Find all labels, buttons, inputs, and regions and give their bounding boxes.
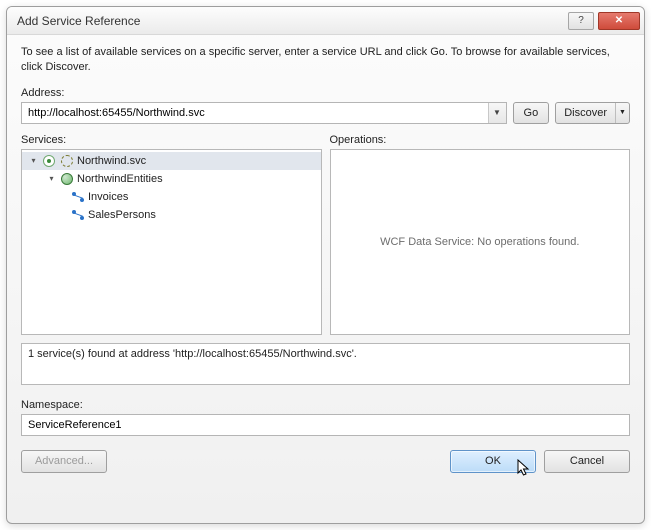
tree-node-leaf[interactable]: Invoices	[22, 188, 321, 206]
tree-node-leaf[interactable]: SalesPersons	[22, 206, 321, 224]
help-button[interactable]: ?	[568, 12, 594, 30]
operation-icon	[71, 208, 85, 222]
dialog-content: To see a list of available services on a…	[7, 35, 644, 523]
help-icon: ?	[578, 15, 584, 26]
cursor-icon	[517, 459, 531, 479]
titlebar: Add Service Reference ? ✕	[7, 7, 644, 35]
globe-icon	[60, 172, 74, 186]
tree-node-label: NorthwindEntities	[77, 173, 163, 185]
tree-node-entities[interactable]: ▾ NorthwindEntities	[22, 170, 321, 188]
address-dropdown[interactable]: ▼	[488, 103, 506, 123]
expander-icon[interactable]: ▾	[46, 173, 57, 184]
address-input[interactable]	[22, 103, 488, 123]
operations-empty-text: WCF Data Service: No operations found.	[380, 236, 579, 248]
panes: Services: ▾ Northwind.svc ▾ NorthwindE	[21, 134, 630, 335]
cancel-button[interactable]: Cancel	[544, 450, 630, 473]
close-button[interactable]: ✕	[598, 12, 640, 30]
gear-icon	[60, 154, 74, 168]
address-label: Address:	[21, 87, 630, 99]
service-icon	[42, 154, 56, 168]
expander-icon[interactable]: ▾	[28, 155, 39, 166]
status-box: 1 service(s) found at address 'http://lo…	[21, 343, 630, 385]
namespace-input[interactable]	[21, 414, 630, 436]
advanced-button[interactable]: Advanced...	[21, 450, 107, 473]
footer: Advanced... OK Cancel	[21, 450, 630, 473]
chevron-down-icon: ▼	[619, 109, 626, 116]
window-title: Add Service Reference	[17, 14, 568, 28]
discover-dropdown[interactable]: ▼	[615, 103, 629, 123]
tree-node-root[interactable]: ▾ Northwind.svc	[22, 152, 321, 170]
tree-node-label: Invoices	[88, 191, 128, 203]
services-label: Services:	[21, 134, 322, 146]
ok-label: OK	[485, 455, 501, 467]
tree-inner: ▾ Northwind.svc ▾ NorthwindEntities	[22, 150, 321, 226]
instructions-text: To see a list of available services on a…	[21, 45, 630, 75]
tree-node-label: Northwind.svc	[77, 155, 146, 167]
address-row: ▼ Go Discover ▼	[21, 102, 630, 124]
namespace-label: Namespace:	[21, 399, 630, 411]
discover-label: Discover	[556, 103, 615, 123]
operations-pane: Operations: WCF Data Service: No operati…	[330, 134, 631, 335]
operation-icon	[71, 190, 85, 204]
dialog-window: Add Service Reference ? ✕ To see a list …	[6, 6, 645, 524]
services-pane: Services: ▾ Northwind.svc ▾ NorthwindE	[21, 134, 322, 335]
tree-node-label: SalesPersons	[88, 209, 156, 221]
discover-button[interactable]: Discover ▼	[555, 102, 630, 124]
close-icon: ✕	[615, 15, 623, 26]
operations-list[interactable]: WCF Data Service: No operations found.	[330, 149, 631, 335]
chevron-down-icon: ▼	[493, 108, 501, 117]
go-button[interactable]: Go	[513, 102, 550, 124]
address-combo[interactable]: ▼	[21, 102, 507, 124]
operations-label: Operations:	[330, 134, 631, 146]
services-tree[interactable]: ▾ Northwind.svc ▾ NorthwindEntities	[21, 149, 322, 335]
status-text: 1 service(s) found at address 'http://lo…	[28, 348, 357, 360]
window-buttons: ? ✕	[568, 12, 640, 30]
ok-button[interactable]: OK	[450, 450, 536, 473]
